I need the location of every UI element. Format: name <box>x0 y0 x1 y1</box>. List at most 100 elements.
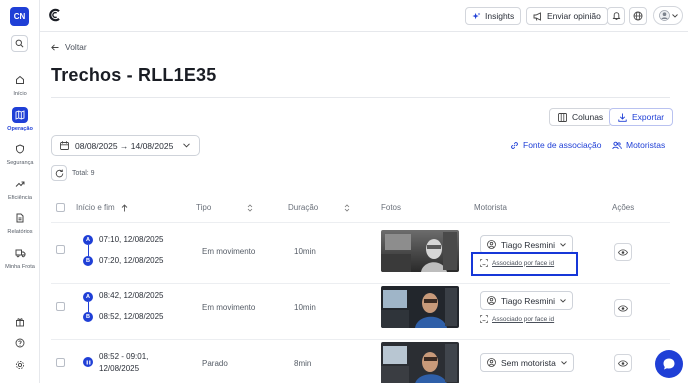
map-icon <box>15 109 25 120</box>
column-header-actions: Ações <box>612 203 634 212</box>
sidebar-item-seguranca[interactable]: Segurança <box>0 139 40 174</box>
back-link[interactable]: Voltar <box>51 42 87 52</box>
chevron-down-icon <box>560 360 567 365</box>
sidebar-item-label: Segurança <box>6 160 34 166</box>
association-source-button[interactable]: Fonte de associação <box>510 140 601 150</box>
export-button[interactable]: Exportar <box>609 108 674 126</box>
download-icon <box>618 113 627 122</box>
column-header-driver: Motorista <box>474 203 507 212</box>
insights-button[interactable]: Insights <box>465 7 522 25</box>
columns-icon <box>558 112 567 122</box>
driver-photo[interactable] <box>381 342 459 383</box>
stop-pin <box>83 357 93 367</box>
eye-icon <box>618 248 628 256</box>
columns-label: Colunas <box>572 112 604 122</box>
bell-icon <box>612 12 620 21</box>
sidebar-item-operacao[interactable]: Operação <box>0 105 40 140</box>
view-trip-button[interactable] <box>614 243 632 261</box>
sidebar: CN Início Operação Segurança Eficiência <box>0 0 40 383</box>
document-icon <box>16 213 24 223</box>
avatar-icon <box>487 240 496 249</box>
shield-icon <box>16 144 24 154</box>
drivers-button[interactable]: Motoristas <box>612 140 665 150</box>
trend-icon <box>15 181 25 187</box>
highlight-box <box>471 252 578 276</box>
row-divider <box>51 339 670 340</box>
column-header-type[interactable]: Tipo <box>196 203 253 212</box>
settings-button[interactable] <box>12 357 28 373</box>
language-button[interactable] <box>629 7 647 25</box>
date-range-value: 08/08/2025 → 14/08/2025 <box>75 140 174 151</box>
arrow-left-icon <box>51 43 59 51</box>
view-trip-button[interactable] <box>614 354 632 372</box>
globe-icon <box>633 11 643 21</box>
insights-label: Insights <box>485 11 515 21</box>
column-header-label: Duração <box>288 203 319 212</box>
face-id-icon <box>480 315 488 323</box>
end-time: 08:52, 12/08/2025 <box>99 312 164 321</box>
end-pin: B <box>83 312 93 322</box>
driver-select[interactable]: Sem motorista <box>480 353 574 372</box>
driver-photo-image <box>381 342 459 383</box>
pin-connector <box>88 245 89 256</box>
select-all-checkbox[interactable] <box>56 203 65 212</box>
calendar-icon <box>60 141 69 150</box>
megaphone-icon <box>533 11 541 21</box>
sidebar-item-minha-frota[interactable]: Minha Frota <box>0 243 40 278</box>
date-range-picker[interactable]: 08/08/2025 → 14/08/2025 <box>51 135 200 156</box>
start-pin: A <box>83 235 93 245</box>
brand-logo-icon <box>49 8 60 22</box>
pin-connector <box>88 302 89 312</box>
avatar-icon <box>658 10 670 21</box>
driver-photo[interactable] <box>381 230 459 272</box>
sidebar-item-relatorios[interactable]: Relatórios <box>0 208 40 243</box>
refresh-button[interactable] <box>51 165 67 181</box>
gear-icon <box>15 360 25 370</box>
search-icon <box>15 39 24 48</box>
topbar: Insights Enviar opinião <box>40 0 688 32</box>
drivers-label: Motoristas <box>626 140 666 150</box>
row-checkbox[interactable] <box>56 358 65 367</box>
gift-button[interactable] <box>12 314 28 330</box>
face-id-association-link[interactable]: Associado por face id <box>480 315 554 323</box>
column-header-label: Ações <box>612 203 635 212</box>
driver-photo-image <box>381 286 459 328</box>
row-checkbox[interactable] <box>56 302 65 311</box>
sidebar-item-label: Operação <box>7 125 33 132</box>
chat-button[interactable] <box>655 350 683 378</box>
columns-button[interactable]: Colunas <box>549 108 613 126</box>
notifications-button[interactable] <box>607 7 625 25</box>
side-nav: Início Operação Segurança Eficiência Rel… <box>0 70 40 277</box>
trip-duration: 8min <box>294 359 312 368</box>
feedback-button[interactable]: Enviar opinião <box>526 7 608 25</box>
trip-type: Parado <box>202 359 228 368</box>
brand-logo[interactable] <box>48 8 62 27</box>
stop-time: 08:52 - 09:01, <box>99 352 149 361</box>
chat-icon <box>663 358 675 370</box>
page-title: Trechos - RLL1E35 <box>51 65 217 85</box>
column-header-label: Início e fim <box>76 203 115 212</box>
driver-photo[interactable] <box>381 286 459 328</box>
driver-photo-image <box>381 230 459 272</box>
sidebar-item-eficiencia[interactable]: Eficiência <box>0 174 40 209</box>
user-menu-button[interactable] <box>653 6 683 25</box>
row-checkbox[interactable] <box>56 245 65 254</box>
sidebar-item-inicio[interactable]: Início <box>0 70 40 105</box>
column-header-duration[interactable]: Duração <box>288 203 350 212</box>
org-badge[interactable]: CN <box>10 7 29 26</box>
column-header-label: Tipo <box>196 203 212 212</box>
search-button[interactable] <box>11 35 28 52</box>
chevron-down-icon <box>671 13 678 18</box>
help-button[interactable] <box>12 335 28 351</box>
driver-select[interactable]: Tiago Resmini <box>480 291 574 310</box>
row-divider <box>51 222 670 223</box>
app-root: CN Início Operação Segurança Eficiência <box>0 0 688 383</box>
view-trip-button[interactable] <box>614 299 632 317</box>
column-header-label: Fotos <box>381 203 402 212</box>
gift-icon <box>16 318 24 327</box>
truck-icon <box>15 249 25 257</box>
chevron-down-icon <box>183 143 191 148</box>
column-header-start-end[interactable]: Início e fim <box>76 203 128 212</box>
pause-icon <box>86 360 90 364</box>
column-header-photos: Fotos <box>381 203 401 212</box>
